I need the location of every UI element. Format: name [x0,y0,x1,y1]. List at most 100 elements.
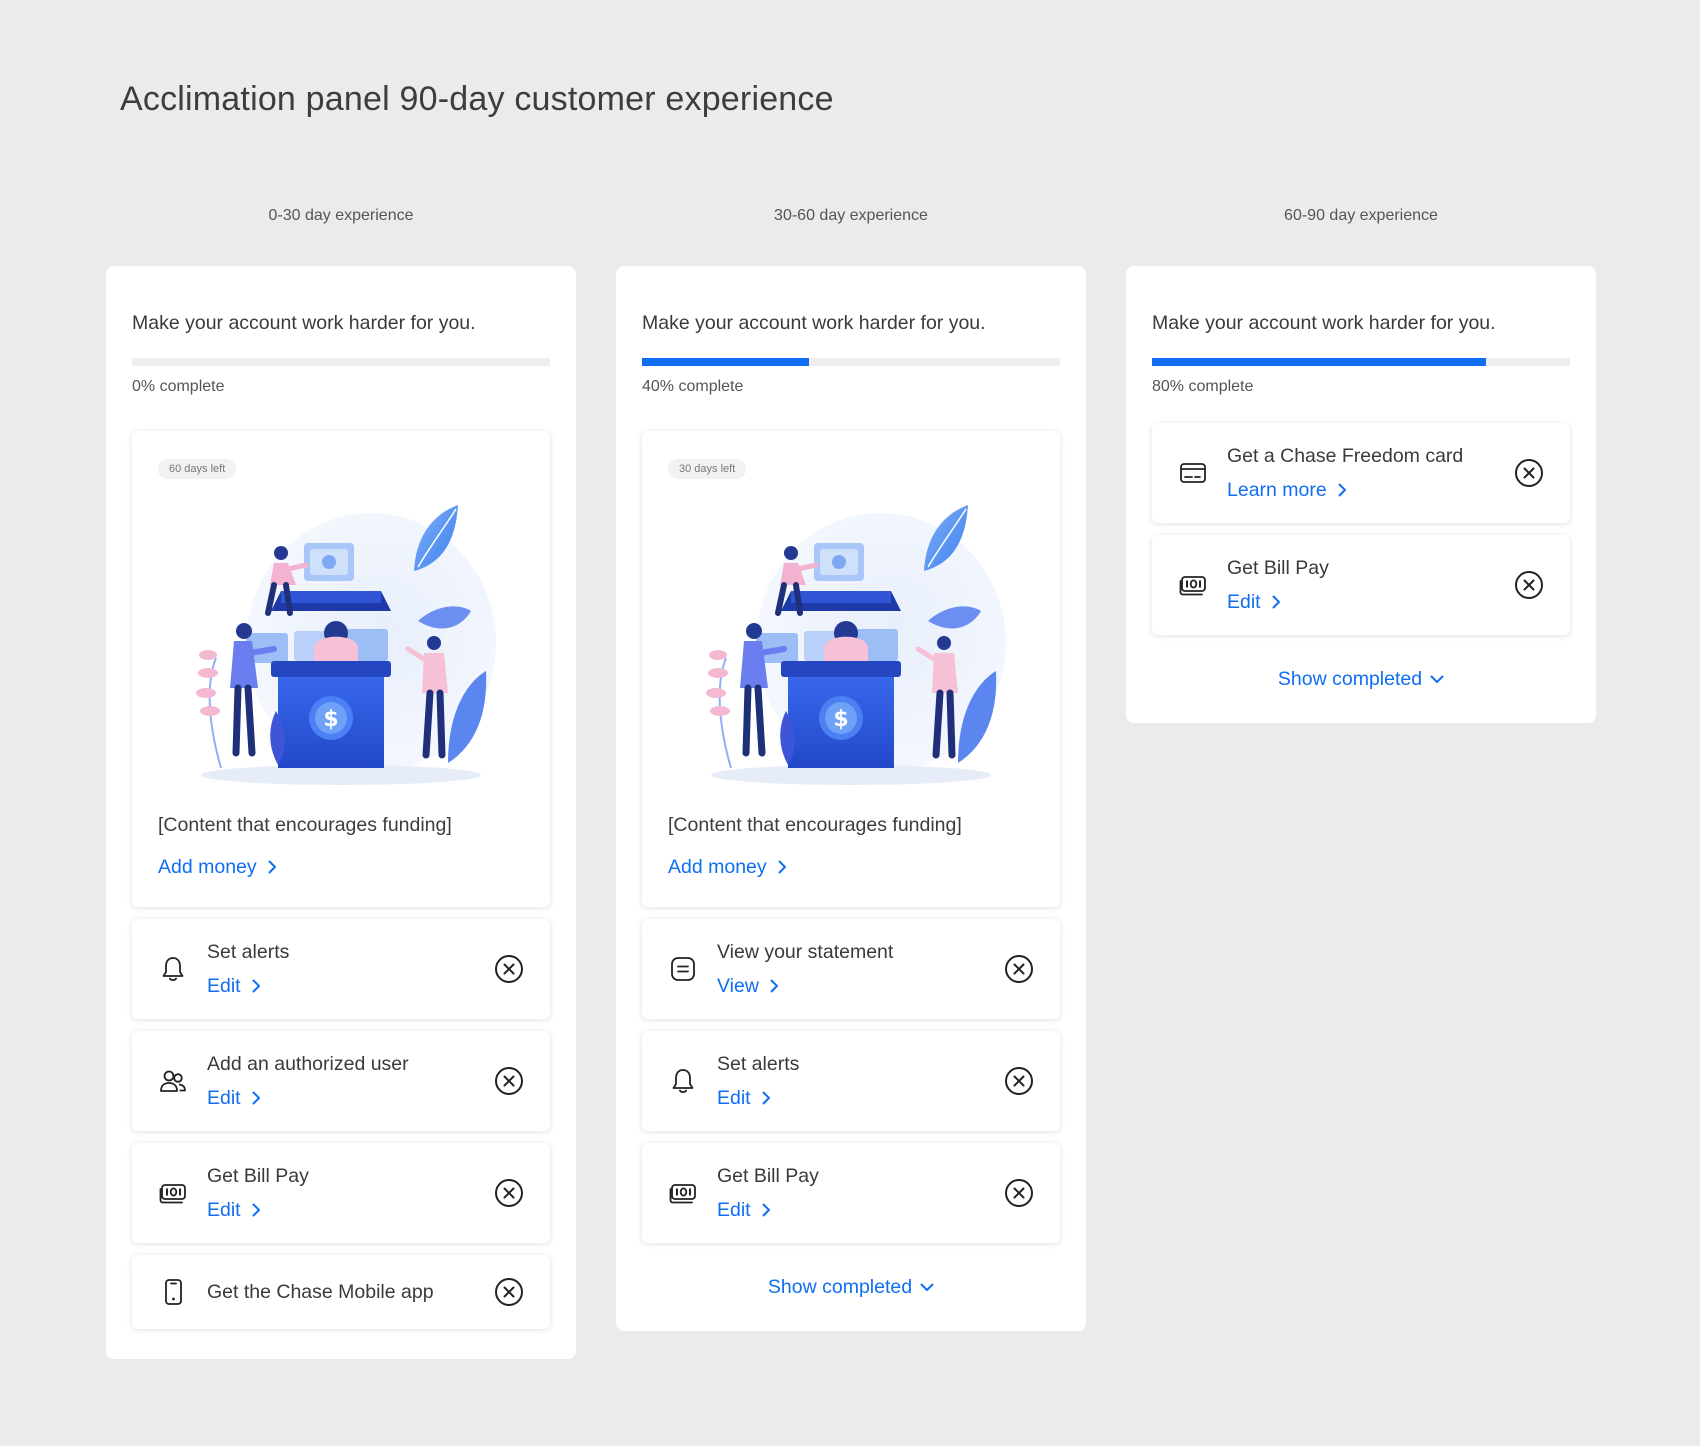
chevron-right-icon [775,860,789,874]
chevron-right-icon [249,979,263,993]
show-completed-label: Show completed [767,1276,913,1298]
bell-icon [668,1066,698,1096]
dismiss-icon[interactable] [494,954,524,984]
funding-illustration [696,483,1006,793]
chevron-right-icon [1335,483,1349,497]
progress-text: 80% complete [1152,378,1254,395]
task-view-statement: View your statement View [642,919,1060,1019]
funding-card: 60 days left [Content that encourages fu… [132,431,550,907]
progress-fill [1152,358,1487,366]
edit-link[interactable]: Edit [207,1084,263,1112]
funding-text: [Content that encourages funding] [668,814,962,836]
progress-bar [642,358,1060,366]
task-title: Get a Chase Freedom card [1227,445,1464,467]
task-set-alerts: Set alerts Edit [132,919,550,1019]
learn-more-link[interactable]: Learn more [1227,476,1349,504]
dismiss-icon[interactable] [494,1178,524,1208]
chevron-right-icon [759,1203,773,1217]
task-title: View your statement [717,941,894,963]
days-left-badge: 30 days left [668,459,747,479]
task-chase-freedom-card: Get a Chase Freedom card Learn more [1152,423,1570,523]
column-0-30: 0-30 day experience Make your account wo… [106,200,576,1359]
edit-label: Edit [207,1087,241,1109]
dismiss-icon[interactable] [1004,1178,1034,1208]
credit-card-icon [1178,458,1208,488]
show-completed-button[interactable]: Show completed [1278,665,1444,693]
add-money-label: Add money [668,856,767,878]
view-label: View [717,975,759,997]
task-title: Set alerts [207,941,290,963]
edit-label: Edit [207,975,241,997]
dismiss-icon[interactable] [494,1066,524,1096]
add-money-link[interactable]: Add money [668,853,789,881]
funding-illustration [186,483,496,793]
progress-bar [132,358,550,366]
dismiss-icon[interactable] [1514,570,1544,600]
days-left-badge: 60 days left [158,459,237,479]
chevron-down-icon [1430,672,1444,686]
dismiss-icon[interactable] [494,1277,524,1307]
learn-more-label: Learn more [1227,479,1327,501]
edit-link[interactable]: Edit [717,1196,773,1224]
chevron-right-icon [249,1203,263,1217]
users-icon [158,1066,188,1096]
chevron-right-icon [265,860,279,874]
task-title: Set alerts [717,1053,800,1075]
chevron-down-icon [920,1280,934,1294]
task-get-bill-pay: Get Bill Pay Edit [642,1143,1060,1243]
show-completed-button[interactable]: Show completed [768,1273,934,1301]
column-label: 60-90 day experience [1284,207,1438,224]
dismiss-icon[interactable] [1514,458,1544,488]
task-add-authorized-user: Add an authorized user Edit [132,1031,550,1131]
edit-link[interactable]: Edit [207,972,263,1000]
acclimation-panel: Make your account work harder for you. 0… [106,266,576,1359]
funding-card: 30 days left [Content that encourages fu… [642,431,1060,907]
show-completed: Show completed [1152,665,1570,693]
chevron-right-icon [249,1091,263,1105]
task-title: Get the Chase Mobile app [207,1281,434,1303]
chevron-right-icon [1269,595,1283,609]
edit-label: Edit [717,1199,751,1221]
show-completed: Show completed [642,1273,1060,1301]
progress-fill [642,358,810,366]
column-label: 30-60 day experience [774,207,928,224]
edit-label: Edit [717,1087,751,1109]
task-set-alerts: Set alerts Edit [642,1031,1060,1131]
acclimation-panel: Make your account work harder for you. 4… [616,266,1086,1331]
edit-label: Edit [207,1199,241,1221]
task-title: Add an authorized user [207,1053,409,1075]
bill-pay-icon [668,1178,698,1208]
edit-link[interactable]: Edit [717,1084,773,1112]
edit-label: Edit [1227,591,1261,613]
bill-pay-icon [1178,570,1208,600]
task-get-mobile-app[interactable]: Get the Chase Mobile app [132,1255,550,1329]
task-title: Get Bill Pay [717,1165,819,1187]
progress-text: 40% complete [642,378,744,395]
statement-icon [668,954,698,984]
show-completed-label: Show completed [1277,668,1423,690]
panel-heading: Make your account work harder for you. [1152,312,1496,334]
dismiss-icon[interactable] [1004,954,1034,984]
add-money-label: Add money [158,856,257,878]
bell-icon [158,954,188,984]
column-label: 0-30 day experience [268,207,414,224]
dismiss-icon[interactable] [1004,1066,1034,1096]
panel-heading: Make your account work harder for you. [132,312,476,334]
edit-link[interactable]: Edit [207,1196,263,1224]
view-link[interactable]: View [717,972,781,1000]
progress-text: 0% complete [132,378,225,395]
task-title: Get Bill Pay [207,1165,309,1187]
add-money-link[interactable]: Add money [158,853,279,881]
chevron-right-icon [759,1091,773,1105]
edit-link[interactable]: Edit [1227,588,1283,616]
column-60-90: 60-90 day experience Make your account w… [1126,200,1596,723]
column-30-60: 30-60 day experience Make your account w… [616,200,1086,1331]
page-title: Acclimation panel 90-day customer experi… [120,80,834,118]
funding-text: [Content that encourages funding] [158,814,452,836]
chevron-right-icon [767,979,781,993]
task-get-bill-pay: Get Bill Pay Edit [1152,535,1570,635]
panel-heading: Make your account work harder for you. [642,312,986,334]
mobile-phone-icon [158,1277,188,1307]
bill-pay-icon [158,1178,188,1208]
task-get-bill-pay: Get Bill Pay Edit [132,1143,550,1243]
